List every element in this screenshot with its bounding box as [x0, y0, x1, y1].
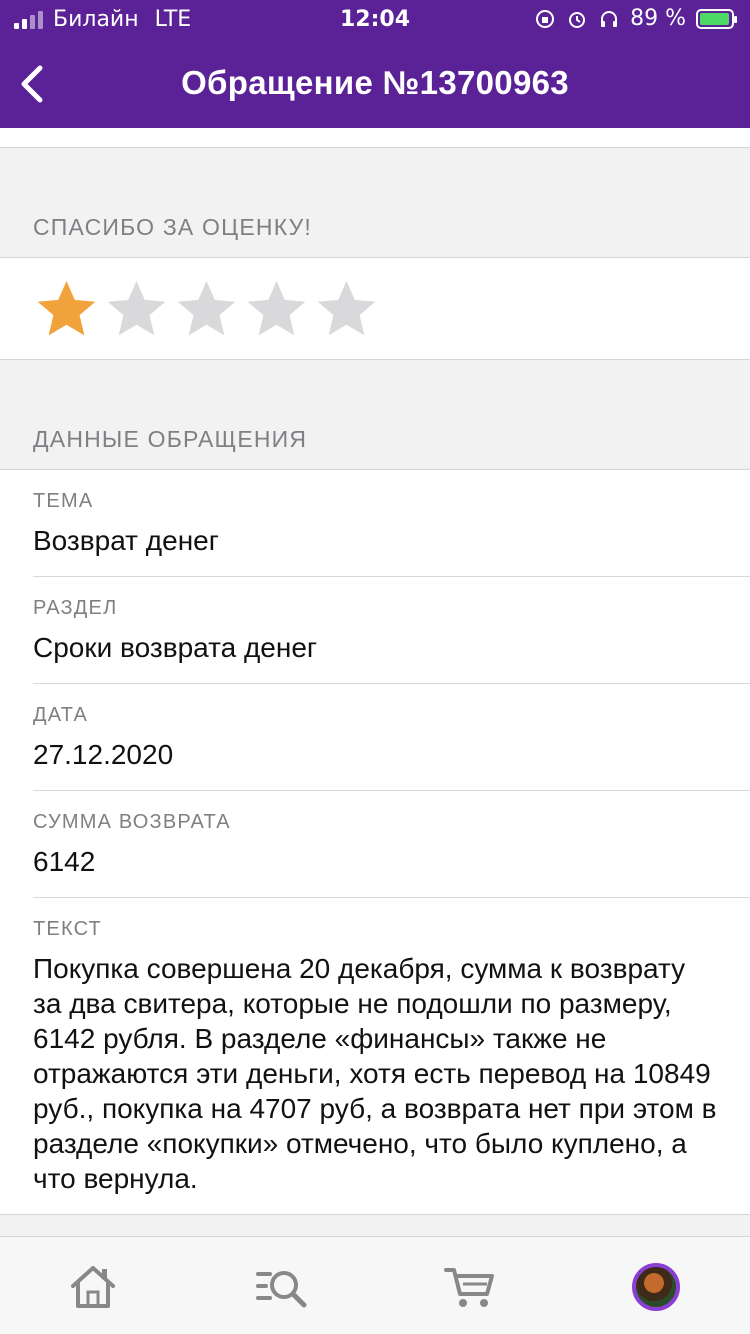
rating-stars[interactable] [0, 258, 750, 360]
topic-field: ТЕМА Возврат денег [33, 470, 750, 577]
details-card: ТЕМА Возврат денег РАЗДЕЛ Сроки возврата… [0, 470, 750, 1215]
field-value: Возврат денег [33, 525, 219, 556]
page-title: Обращение №13700963 [181, 64, 569, 101]
tab-bar [0, 1236, 750, 1334]
tab-cart[interactable] [440, 1261, 500, 1313]
previous-section-edge [0, 128, 750, 148]
battery-icon [696, 8, 737, 29]
cart-icon [444, 1268, 494, 1307]
search-catalog-icon [256, 1271, 307, 1308]
field-label: ДАТА [33, 704, 89, 726]
home-icon [71, 1266, 115, 1308]
star-icon[interactable] [103, 277, 170, 341]
field-label: СУММА ВОЗВРАТА [33, 811, 231, 833]
headphones-icon [601, 10, 618, 27]
field-value: 6142 [33, 846, 96, 877]
field-value: 27.12.2020 [33, 739, 174, 770]
tab-profile[interactable] [626, 1261, 686, 1313]
navigation-bar: Обращение №13700963 [0, 40, 750, 128]
tab-home[interactable] [63, 1261, 123, 1313]
field-value: Покупка совершена 20 декабря, сумма к во… [33, 953, 717, 1194]
star-icon[interactable] [313, 277, 380, 341]
field-label: ТЕМА [33, 490, 94, 512]
text-field: ТЕКСТ Покупка совершена 20 декабря, сумм… [33, 898, 750, 1214]
star-icon[interactable] [173, 277, 240, 341]
field-label: РАЗДЕЛ [33, 597, 118, 619]
star-icon[interactable] [33, 277, 100, 341]
battery-percent: 89 % [630, 6, 686, 31]
profile-avatar [632, 1263, 680, 1311]
tab-catalog-search[interactable] [252, 1261, 312, 1313]
status-right: 89 % [534, 6, 737, 31]
field-label: ТЕКСТ [33, 918, 102, 940]
alarm-icon [569, 11, 586, 28]
rating-header: СПАСИБО ЗА ОЦЕНКУ! [0, 148, 750, 258]
details-header: ДАННЫЕ ОБРАЩЕНИЯ [0, 360, 750, 470]
date-field: ДАТА 27.12.2020 [33, 684, 750, 791]
ticket-content[interactable]: СПАСИБО ЗА ОЦЕНКУ! ДАННЫЕ ОБРАЩЕНИЯ ТЕМА… [0, 128, 750, 1236]
section-field: РАЗДЕЛ Сроки возврата денег [33, 577, 750, 684]
refund-amount-field: СУММА ВОЗВРАТА 6142 [33, 791, 750, 898]
orientation-lock-icon [536, 9, 555, 28]
star-icon[interactable] [243, 277, 310, 341]
status-bar: Билайн LTE 12:04 89 % [0, 0, 750, 40]
field-value: Сроки возврата денег [33, 632, 318, 663]
